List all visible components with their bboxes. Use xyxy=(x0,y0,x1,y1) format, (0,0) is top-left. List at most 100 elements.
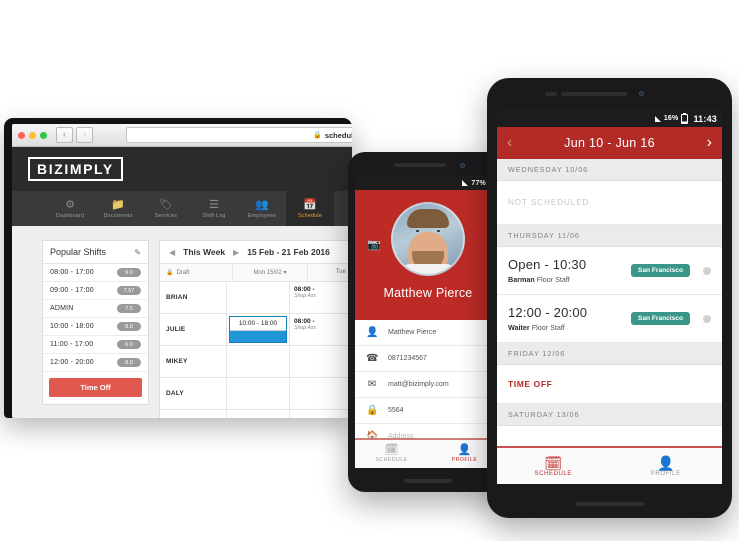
bottom-tab-bar[interactable]: 🗓 SCHEDULE 👤 PROFILE xyxy=(497,446,722,484)
profile-field-email[interactable]: ✉ matt@bizimply.com xyxy=(355,372,501,398)
employee-name: BRIAN xyxy=(160,282,227,313)
shift-info: Open - 10:30 Barman Floor Staff xyxy=(508,257,625,284)
shift-time: 08:00 - 17:00 xyxy=(50,269,94,276)
popular-shift-row[interactable]: 11:00 - 17:00 6.0 xyxy=(43,336,148,354)
avatar[interactable] xyxy=(391,202,465,276)
bizimply-logo[interactable]: BIZIMPLY xyxy=(28,157,123,181)
nav-item-documents[interactable]: 📁 Documents xyxy=(94,191,142,227)
nav-label: Documents xyxy=(103,212,133,219)
shift-time: 10:00 - 18:00 xyxy=(230,317,286,331)
shift-time: 08:00 - xyxy=(294,318,315,325)
schedule-cell[interactable] xyxy=(227,282,290,313)
dashboard-icon: ⚙ xyxy=(65,198,75,211)
panel-title: Popular Shifts xyxy=(50,247,107,257)
popular-shift-row[interactable]: 08:00 - 17:00 9.0 xyxy=(43,264,148,282)
list-item[interactable]: 12:00 - 20:00 Waiter Floor Staff San Fra… xyxy=(497,295,722,343)
tab-schedule[interactable]: 🗓 SCHEDULE xyxy=(497,448,610,484)
people-icon: 👥 xyxy=(255,198,269,211)
schedule-cell[interactable]: 08:00 - Shop Ass xyxy=(290,282,352,313)
week-header: ‹ Jun 10 - Jun 16 › xyxy=(497,127,722,159)
proximity-sensor xyxy=(545,92,557,96)
date-range-label: 15 Feb - 21 Feb 2016 xyxy=(247,247,330,257)
edit-icon[interactable]: ✎ xyxy=(134,248,141,257)
schedule-cell[interactable] xyxy=(227,346,290,377)
next-week-button[interactable]: › xyxy=(707,135,712,151)
browser-navigation[interactable]: ‹ › xyxy=(56,127,93,143)
shift-chip[interactable]: 08:00 - Shop Ass xyxy=(290,282,352,299)
schedule-cell-selected[interactable]: 10:00 - 18:00 xyxy=(227,314,290,345)
nav-item-dashboard[interactable]: ⚙ Dashboard xyxy=(46,191,94,227)
popular-shift-row[interactable]: ADMIN 7.5 xyxy=(43,300,148,318)
shift-role: Waiter Floor Staff xyxy=(508,323,625,332)
window-controls[interactable] xyxy=(18,131,47,139)
prev-week-button[interactable]: ‹ xyxy=(507,135,512,151)
tab-schedule[interactable]: 🗓 SCHEDULE xyxy=(355,440,428,468)
nav-item-services[interactable]: 🏷 Services xyxy=(142,191,190,227)
nav-item-employees[interactable]: 👥 Employees xyxy=(238,191,286,227)
list-item[interactable]: Open - 10:30 Barman Floor Staff San Fran… xyxy=(497,247,722,295)
profile-field-pin[interactable]: 🔒 5564 xyxy=(355,398,501,424)
schedule-screen: 16% 11:43 ‹ Jun 10 - Jun 16 › WEDNESDAY … xyxy=(497,110,722,484)
schedule-cell[interactable] xyxy=(227,378,290,409)
back-button[interactable]: ‹ xyxy=(56,127,73,143)
profile-field-name[interactable]: 👤 Matthew Pierce xyxy=(355,320,501,346)
shift-role: Barman Floor Staff xyxy=(508,275,625,284)
tab-label: PROFILE xyxy=(650,470,681,477)
next-week-button[interactable]: ▶ xyxy=(233,248,239,257)
schedule-toolbar: ◀ This Week ▶ 15 Feb - 21 Feb 2016 xyxy=(160,241,352,264)
selected-shift[interactable]: 10:00 - 18:00 xyxy=(229,316,287,343)
department-name: Floor Staff xyxy=(531,323,565,332)
bottom-speaker xyxy=(404,479,452,483)
profile-field-phone[interactable]: ☎ 0871234567 xyxy=(355,346,501,372)
draft-header[interactable]: 🔒 Draft xyxy=(160,264,233,281)
address-bar[interactable]: 🔒 scheduling.bizi xyxy=(126,127,352,143)
table-row: DALY xyxy=(160,378,352,410)
day-header-wednesday: WEDNESDAY 10/06 xyxy=(497,159,722,181)
promo-composite: ‹ › 🔒 scheduling.bizi BIZIMPLY ⚙ Dashboa… xyxy=(0,0,739,541)
this-week-label[interactable]: This Week xyxy=(183,247,225,257)
close-window-button[interactable] xyxy=(18,131,25,139)
popular-shift-row[interactable]: 10:00 - 18:00 8.0 xyxy=(43,318,148,336)
column-header-tuesday[interactable]: Tue 16 xyxy=(308,264,352,281)
nav-label: Schedule xyxy=(297,212,323,219)
calendar-icon: 🗓 xyxy=(544,454,563,471)
schedule-cell[interactable]: 08:00 - Shop Ass xyxy=(290,314,352,345)
shift-chip[interactable]: 08:00 - Shop Ass xyxy=(290,314,352,331)
main-navigation[interactable]: ⚙ Dashboard 📁 Documents 🏷 Services ☰ Shi… xyxy=(12,191,352,227)
schedule-cell[interactable] xyxy=(227,410,290,418)
camera-icon[interactable]: 📷 xyxy=(367,238,381,251)
shift-time: 12:00 - 20:00 xyxy=(50,359,94,366)
prev-week-button[interactable]: ◀ xyxy=(169,248,175,257)
lock-icon: 🔒 xyxy=(166,270,174,276)
calendar-icon: 🗓 xyxy=(384,444,399,456)
popular-shifts-header: Popular Shifts ✎ xyxy=(43,241,148,264)
nav-item-schedule[interactable]: 📅 Schedule xyxy=(286,191,334,227)
schedule-cell[interactable] xyxy=(290,346,352,377)
popular-shift-row[interactable]: 09:00 - 17:00 7.67 xyxy=(43,282,148,300)
signal-icon xyxy=(462,180,469,186)
week-range-title: Jun 10 - Jun 16 xyxy=(564,136,655,150)
shift-role: Shop Ass xyxy=(294,325,317,331)
shift-hours: 8.0 xyxy=(117,358,141,367)
schedule-cell[interactable] xyxy=(290,378,352,409)
profile-hero: 📷 Matthew Pierce xyxy=(355,190,501,320)
front-camera xyxy=(460,163,465,168)
minimize-window-button[interactable] xyxy=(29,131,36,139)
bottom-speaker xyxy=(575,502,645,506)
status-bar: 77% xyxy=(355,176,501,190)
tab-profile[interactable]: 👤 PROFILE xyxy=(610,448,723,484)
schedule-cell[interactable] xyxy=(290,410,352,418)
column-header-monday[interactable]: Mon 15/02 ▾ xyxy=(233,264,308,281)
person-icon: 👤 xyxy=(366,327,379,338)
bottom-tab-bar[interactable]: 🗓 SCHEDULE 👤 PROFILE xyxy=(355,438,501,468)
phone-icon: ☎ xyxy=(366,353,379,364)
field-value: 5564 xyxy=(388,407,404,414)
maximize-window-button[interactable] xyxy=(40,131,47,139)
time-off-button[interactable]: Time Off xyxy=(49,378,142,397)
status-dot xyxy=(703,266,711,275)
nav-item-shift-log[interactable]: ☰ Shift Log xyxy=(190,191,238,227)
field-value: matt@bizimply.com xyxy=(388,381,449,388)
forward-button[interactable]: › xyxy=(76,127,93,143)
popular-shift-row[interactable]: 12:00 - 20:00 8.0 xyxy=(43,354,148,372)
time-off-entry[interactable]: TIME OFF xyxy=(497,365,722,404)
